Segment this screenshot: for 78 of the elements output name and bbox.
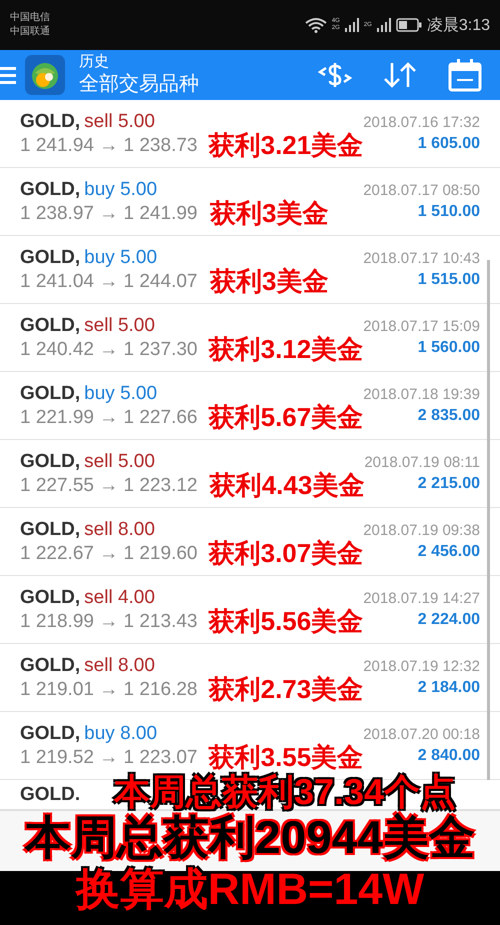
- price-range: 1 219.52 → 1 223.07: [20, 746, 198, 768]
- symbol-name: GOLD,: [20, 586, 80, 608]
- trade-time: 2018.07.19 09:38: [363, 522, 480, 539]
- price-range: 1 227.55 → 1 223.12: [20, 474, 198, 496]
- price-range: 1 221.99 → 1 227.66: [20, 406, 198, 428]
- carrier-name: 中国联通: [10, 25, 50, 39]
- profit-annotation: 获利3.21美金: [208, 129, 364, 162]
- profit-annotation: 获利2.73美金: [208, 673, 364, 706]
- trade-action: sell 5.00: [84, 450, 155, 472]
- carrier-name: 中国电信: [10, 11, 50, 25]
- price-range: 1 238.97 → 1 241.99: [20, 202, 198, 224]
- trade-action: buy 5.00: [84, 178, 158, 200]
- wifi-icon: [304, 17, 327, 33]
- trade-time: 2018.07.18 19:39: [363, 386, 480, 403]
- trade-time: 2018.07.17 10:43: [363, 250, 480, 267]
- profit-annotation: 获利3.07美金: [208, 537, 364, 570]
- profit-amount: 1 560.00: [418, 339, 480, 357]
- trade-action: sell 5.00: [84, 314, 155, 336]
- trade-time: 2018.07.19 14:27: [363, 590, 480, 607]
- symbol-name: GOLD,: [20, 518, 80, 540]
- trade-time: 2018.07.19 12:32: [363, 658, 480, 675]
- symbol-name: GOLD,: [20, 450, 80, 472]
- profit-annotation: 获利3美金: [210, 197, 328, 230]
- trade-time: 2018.07.19 08:11: [364, 454, 480, 471]
- profit-amount: 2 215.00: [418, 475, 480, 493]
- profit-amount: 1 515.00: [418, 271, 480, 289]
- price-range: 1 241.94 → 1 238.73: [20, 134, 198, 156]
- profit-annotation: 获利5.56美金: [208, 605, 364, 638]
- trade-action: buy 5.00: [84, 246, 158, 268]
- signal-icon: [376, 18, 391, 32]
- signal-icon: [344, 18, 359, 32]
- profit-amount: 2 840.00: [418, 747, 480, 765]
- symbol-name: GOLD,: [20, 654, 80, 676]
- profit-amount: 1 605.00: [418, 135, 480, 153]
- trade-time: 2018.07.20 00:18: [363, 726, 480, 743]
- app-logo-icon: [25, 55, 65, 95]
- trade-time: 2018.07.16 17:32: [363, 114, 480, 131]
- profit-amount: 2 456.00: [418, 543, 480, 561]
- trade-action: buy 8.00: [84, 722, 158, 744]
- trade-time: 2018.07.17 15:09: [363, 318, 480, 335]
- trade-action: sell 4.00: [84, 586, 155, 608]
- battery-icon: [396, 18, 422, 32]
- menu-icon[interactable]: [0, 64, 16, 86]
- profit-amount: 2 835.00: [418, 407, 480, 425]
- profit-annotation: 获利4.43美金: [210, 469, 364, 502]
- symbol-name: GOLD,: [20, 246, 80, 268]
- price-range: 1 222.67 → 1 219.60: [20, 542, 198, 564]
- price-range: 1 219.01 → 1 216.28: [20, 678, 198, 700]
- currency-exchange-icon[interactable]: [318, 60, 352, 90]
- profit-amount: 2 224.00: [418, 611, 480, 629]
- trade-time: 2018.07.17 08:50: [363, 182, 480, 199]
- profit-annotation: 获利3美金: [210, 265, 328, 298]
- price-range: 1 218.99 → 1 213.43: [20, 610, 198, 632]
- promo-banner-text: 本周总获利20944美金: [25, 812, 475, 862]
- trade-action: sell 8.00: [84, 654, 155, 676]
- trade-action: sell 8.00: [84, 518, 155, 540]
- price-range: 1 241.04 → 1 244.07: [20, 270, 198, 292]
- screen-title: 历史: [79, 53, 110, 71]
- promo-banner-text: 换算成RMB=14W: [76, 866, 424, 915]
- symbol-name: GOLD,: [20, 722, 80, 744]
- profit-amount: 2 184.00: [418, 679, 480, 697]
- promo-banner-text: 本周总获利37.34个点: [114, 772, 456, 812]
- profit-annotation: 获利5.67美金: [208, 401, 364, 434]
- profit-amount: 1 510.00: [418, 203, 480, 221]
- symbol-name: GOLD,: [20, 110, 80, 132]
- profit-annotation: 获利3.55美金: [208, 741, 364, 774]
- symbol-name: GOLD,: [20, 178, 80, 200]
- profit-annotation: 获利3.12美金: [208, 333, 364, 366]
- symbol-filter[interactable]: 全部交易品种: [79, 71, 199, 97]
- price-range: 1 240.42 → 1 237.30: [20, 338, 198, 360]
- symbol-name: GOLD,: [20, 314, 80, 336]
- clock-time: 凌晨3:13: [426, 16, 490, 36]
- sort-icon[interactable]: [382, 60, 418, 90]
- calendar-icon[interactable]: [448, 58, 482, 92]
- symbol-name: GOLD.: [20, 784, 80, 806]
- trade-action: sell 5.00: [84, 110, 155, 132]
- trade-action: buy 5.00: [84, 382, 158, 404]
- symbol-name: GOLD,: [20, 382, 80, 404]
